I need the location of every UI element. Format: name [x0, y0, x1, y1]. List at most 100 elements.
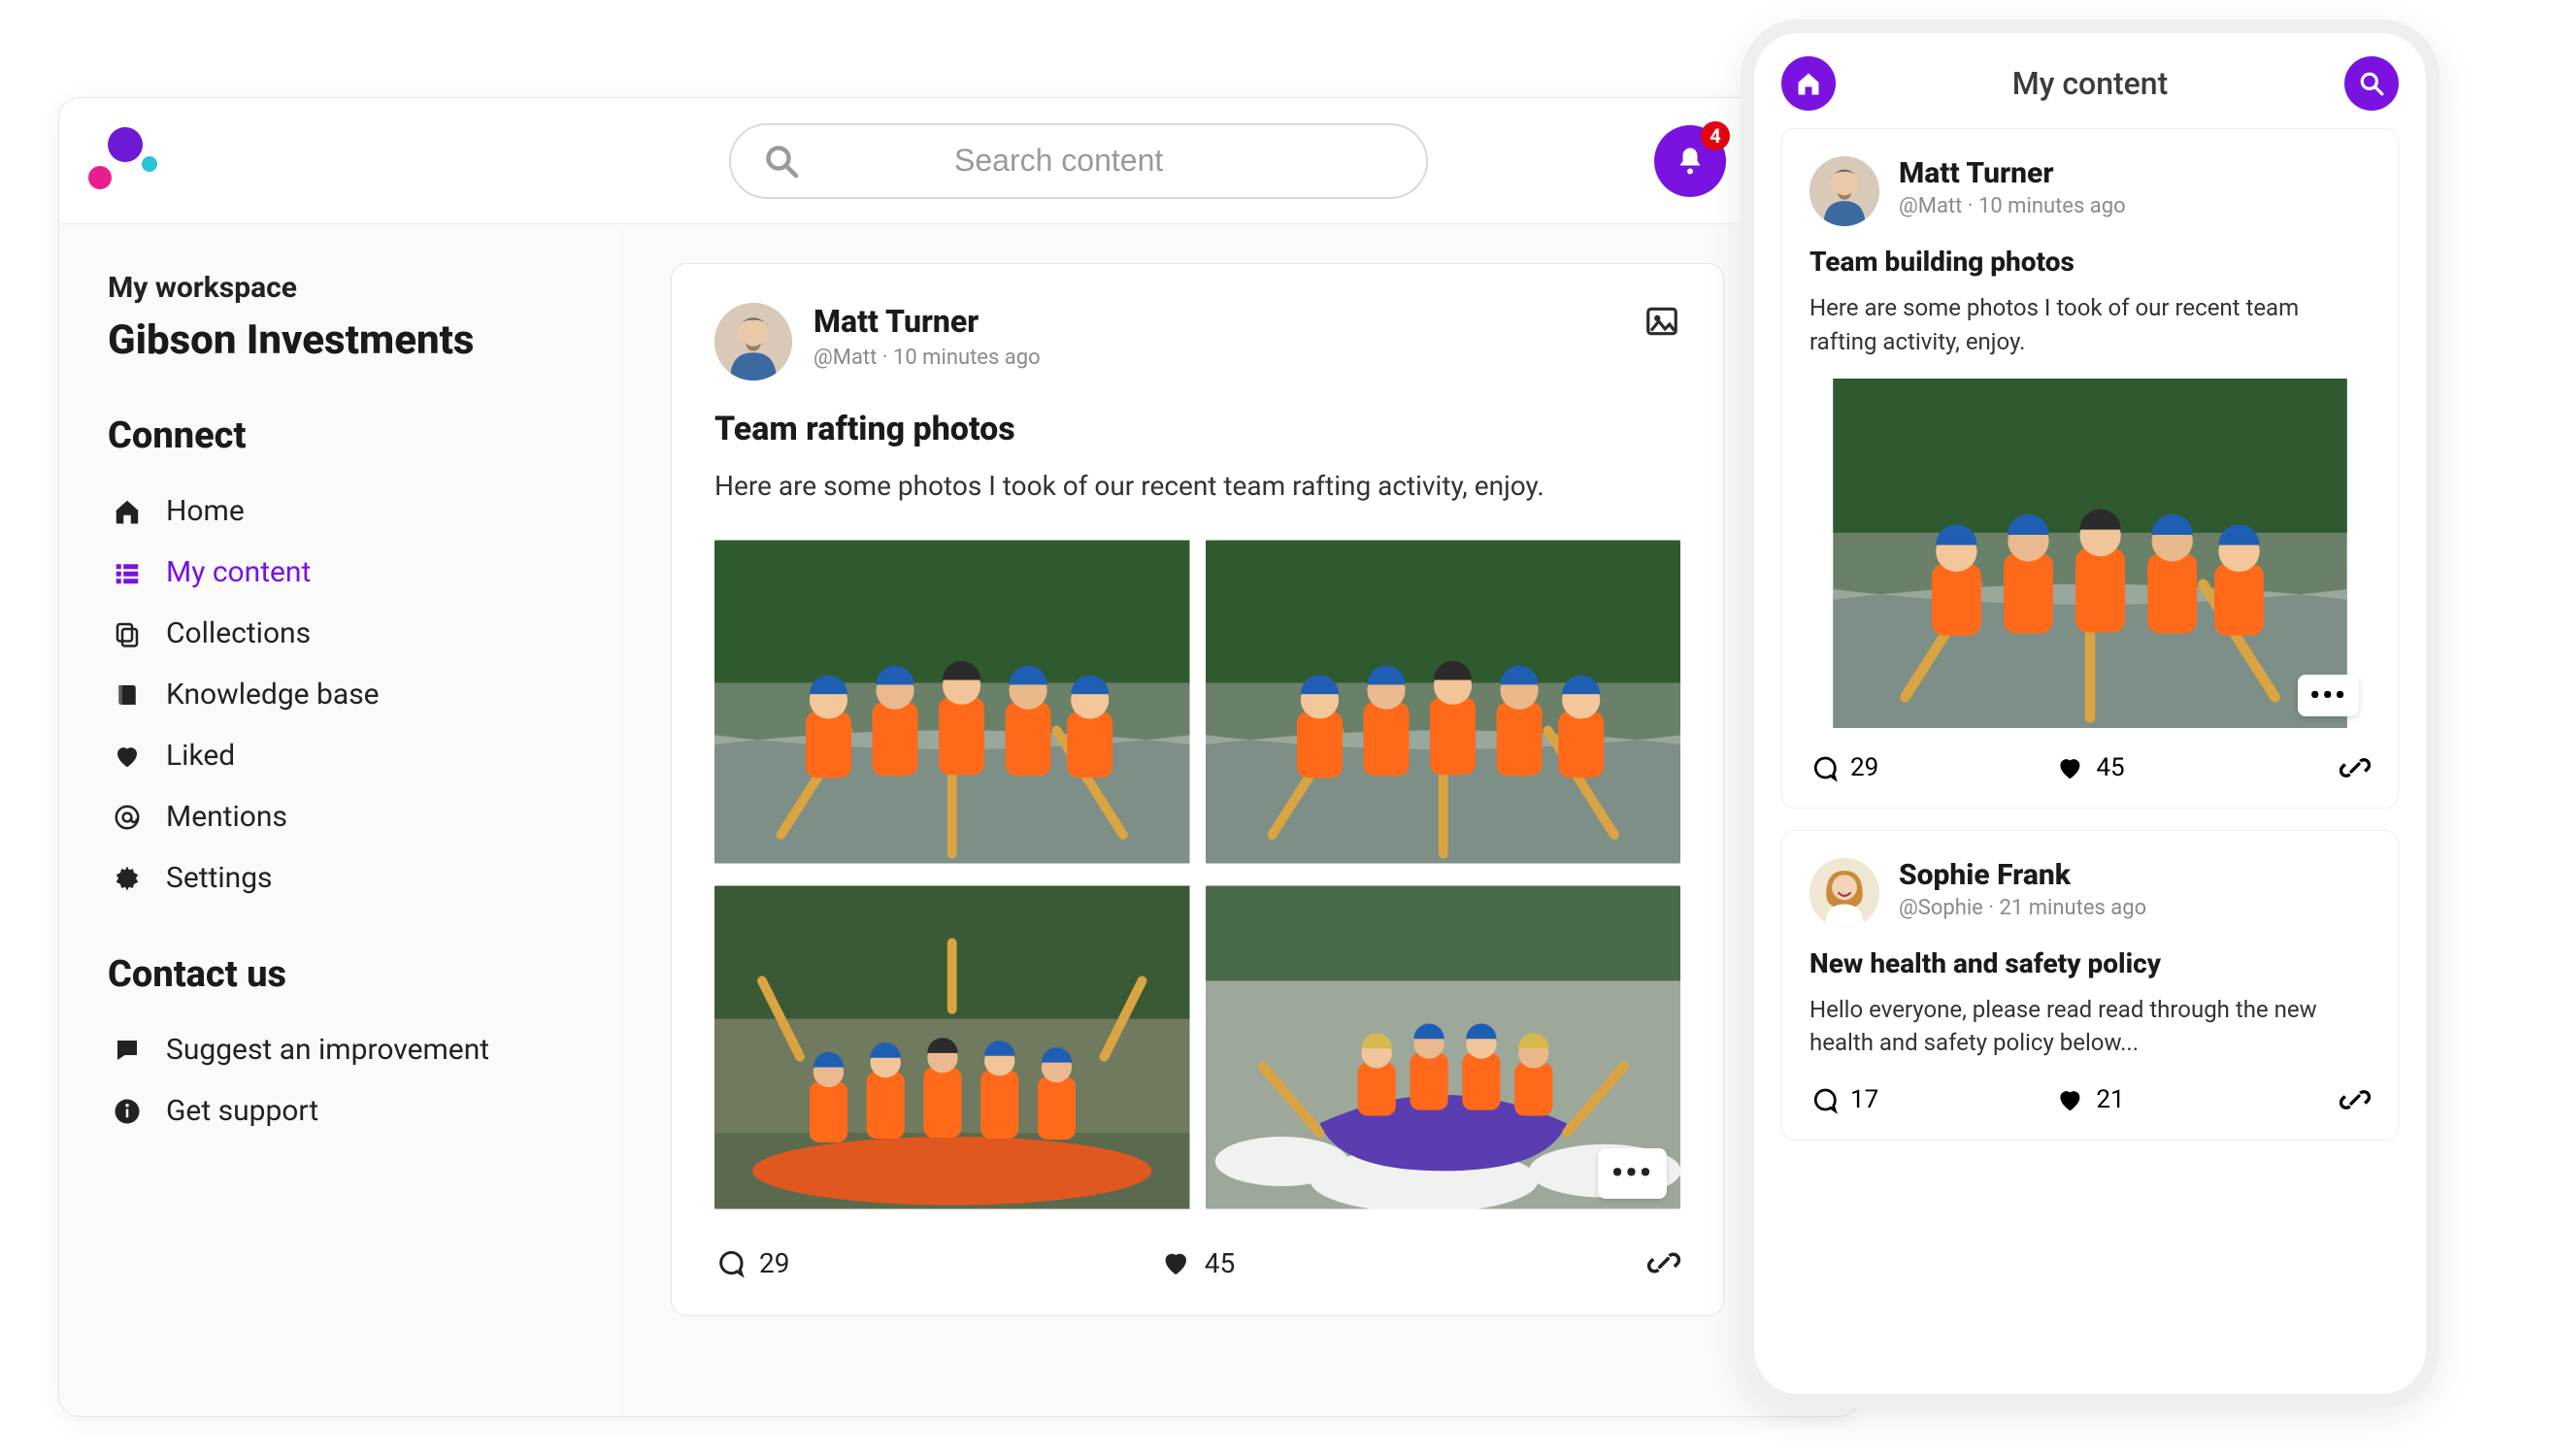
post-author-name[interactable]: Matt Turner [813, 303, 1041, 340]
mobile-share-link-button[interactable] [2340, 752, 2371, 783]
nav-label: Mentions [166, 800, 287, 834]
notifications-button[interactable]: 4 [1654, 125, 1726, 197]
link-icon [2340, 1084, 2371, 1115]
mobile-search-button[interactable] [2344, 56, 2399, 111]
nav-label: Knowledge base [166, 678, 380, 711]
avatar-icon [714, 303, 792, 381]
mobile-home-button[interactable] [1781, 56, 1836, 111]
speech-bubble-icon [110, 1036, 145, 1065]
nav-suggest-improvement[interactable]: Suggest an improvement [108, 1019, 573, 1080]
nav-label: Settings [166, 861, 273, 895]
mobile-post-header: Matt Turner @Matt · 10 minutes ago [1809, 156, 2371, 226]
workspace-label: My workspace [108, 271, 573, 305]
image-icon [1643, 303, 1680, 344]
mobile-comments-button[interactable]: 17 [1809, 1085, 1878, 1114]
post-author-block: Matt Turner @Matt · 10 minutes ago [813, 303, 1041, 370]
mobile-comments-count: 29 [1850, 753, 1878, 782]
mobile-post-title: Team building photos [1809, 246, 2371, 278]
info-icon [110, 1097, 145, 1126]
post-title: Team rafting photos [714, 410, 1680, 448]
desktop-app: 4 My workspace Gibson Investments Connec… [58, 97, 1859, 1417]
share-link-button[interactable] [1647, 1246, 1680, 1279]
nav-label: Liked [166, 739, 235, 773]
nav-settings[interactable]: Settings [108, 847, 573, 909]
mobile-post-avatar[interactable] [1809, 858, 1879, 928]
mobile-header: My content [1781, 56, 2399, 111]
nav-home[interactable]: Home [108, 480, 573, 542]
nav-mentions[interactable]: Mentions [108, 786, 573, 847]
post-body: Here are some photos I took of our recen… [714, 470, 1680, 502]
home-icon [1795, 70, 1822, 97]
heart-icon [110, 742, 145, 771]
mobile-author-name[interactable]: Sophie Frank [1899, 858, 2146, 892]
mobile-author-block: Matt Turner @Matt · 10 minutes ago [1899, 156, 2126, 218]
mobile-post-avatar[interactable] [1809, 156, 1879, 226]
scroll-fade [1754, 1365, 2426, 1394]
mobile-post-actions: 29 45 [1809, 747, 2371, 788]
home-icon [110, 497, 145, 526]
heart-icon [2055, 1085, 2084, 1114]
search-icon [2359, 71, 2384, 96]
post-photo[interactable] [1206, 537, 1681, 867]
nav-my-content[interactable]: My content [108, 542, 573, 603]
app-body: My workspace Gibson Investments Connect … [59, 224, 1858, 1416]
post-photo[interactable] [714, 537, 1190, 867]
mobile-post-photo[interactable]: ••• [1809, 379, 2371, 728]
link-icon [1647, 1246, 1680, 1279]
post-photo[interactable] [714, 882, 1190, 1212]
section-contact: Contact us [108, 953, 573, 996]
workspace-name: Gibson Investments [108, 316, 573, 364]
search-field[interactable] [729, 123, 1428, 199]
search-input[interactable] [954, 143, 1393, 179]
heart-icon [1160, 1247, 1191, 1278]
mobile-post-actions: 17 21 [1809, 1079, 2371, 1120]
bell-icon [1673, 144, 1708, 179]
more-photos-button[interactable]: ••• [1598, 1148, 1667, 1199]
mobile-likes-count: 21 [2096, 1085, 2124, 1114]
copy-icon [110, 619, 145, 648]
app-header: 4 [59, 98, 1858, 224]
mobile-post-body: Hello everyone, please read read through… [1809, 993, 2371, 1061]
mobile-app: My content Matt Turner @Matt · 10 minute… [1741, 19, 2440, 1407]
nav-label: Suggest an improvement [166, 1033, 489, 1067]
mobile-comments-count: 17 [1850, 1085, 1878, 1114]
mobile-more-photos-button[interactable]: ••• [2298, 675, 2359, 716]
nav-get-support[interactable]: Get support [108, 1080, 573, 1142]
comments-button[interactable]: 29 [714, 1247, 789, 1279]
nav-liked[interactable]: Liked [108, 725, 573, 786]
mobile-comments-button[interactable]: 29 [1809, 753, 1878, 782]
nav-label: Get support [166, 1094, 318, 1128]
gear-icon [110, 864, 145, 893]
mobile-author-block: Sophie Frank @Sophie · 21 minutes ago [1899, 858, 2146, 920]
notification-badge: 4 [1701, 121, 1730, 150]
likes-button[interactable]: 45 [1160, 1247, 1235, 1279]
section-connect: Connect [108, 414, 573, 457]
heart-icon [2055, 753, 2084, 782]
mobile-likes-button[interactable]: 45 [2055, 753, 2124, 782]
mobile-likes-button[interactable]: 21 [2055, 1085, 2124, 1114]
nav-label: Home [166, 494, 245, 528]
comments-count: 29 [759, 1247, 789, 1279]
mobile-post-title: New health and safety policy [1809, 947, 2371, 979]
nav-label: Collections [166, 616, 311, 650]
photo-grid: ••• [714, 537, 1680, 1212]
list-icon [110, 558, 145, 587]
main-column: Matt Turner @Matt · 10 minutes ago Team … [622, 224, 1858, 1416]
search-icon [764, 144, 799, 179]
comment-icon [1809, 753, 1839, 782]
mobile-post-card: Sophie Frank @Sophie · 21 minutes ago Ne… [1781, 830, 2399, 1142]
mobile-author-name[interactable]: Matt Turner [1899, 156, 2126, 190]
mobile-author-meta: @Sophie · 21 minutes ago [1899, 896, 2146, 920]
at-icon [110, 803, 145, 832]
mobile-likes-count: 45 [2096, 753, 2124, 782]
post-card: Matt Turner @Matt · 10 minutes ago Team … [671, 263, 1724, 1316]
likes-count: 45 [1205, 1247, 1235, 1279]
mobile-post-card: Matt Turner @Matt · 10 minutes ago Team … [1781, 128, 2399, 809]
nav-knowledge-base[interactable]: Knowledge base [108, 664, 573, 725]
post-author-avatar[interactable] [714, 303, 792, 381]
avatar-icon [1809, 156, 1879, 226]
post-author-meta: @Matt · 10 minutes ago [813, 346, 1041, 370]
mobile-share-link-button[interactable] [2340, 1084, 2371, 1115]
nav-collections[interactable]: Collections [108, 603, 573, 664]
mobile-author-meta: @Matt · 10 minutes ago [1899, 194, 2126, 218]
